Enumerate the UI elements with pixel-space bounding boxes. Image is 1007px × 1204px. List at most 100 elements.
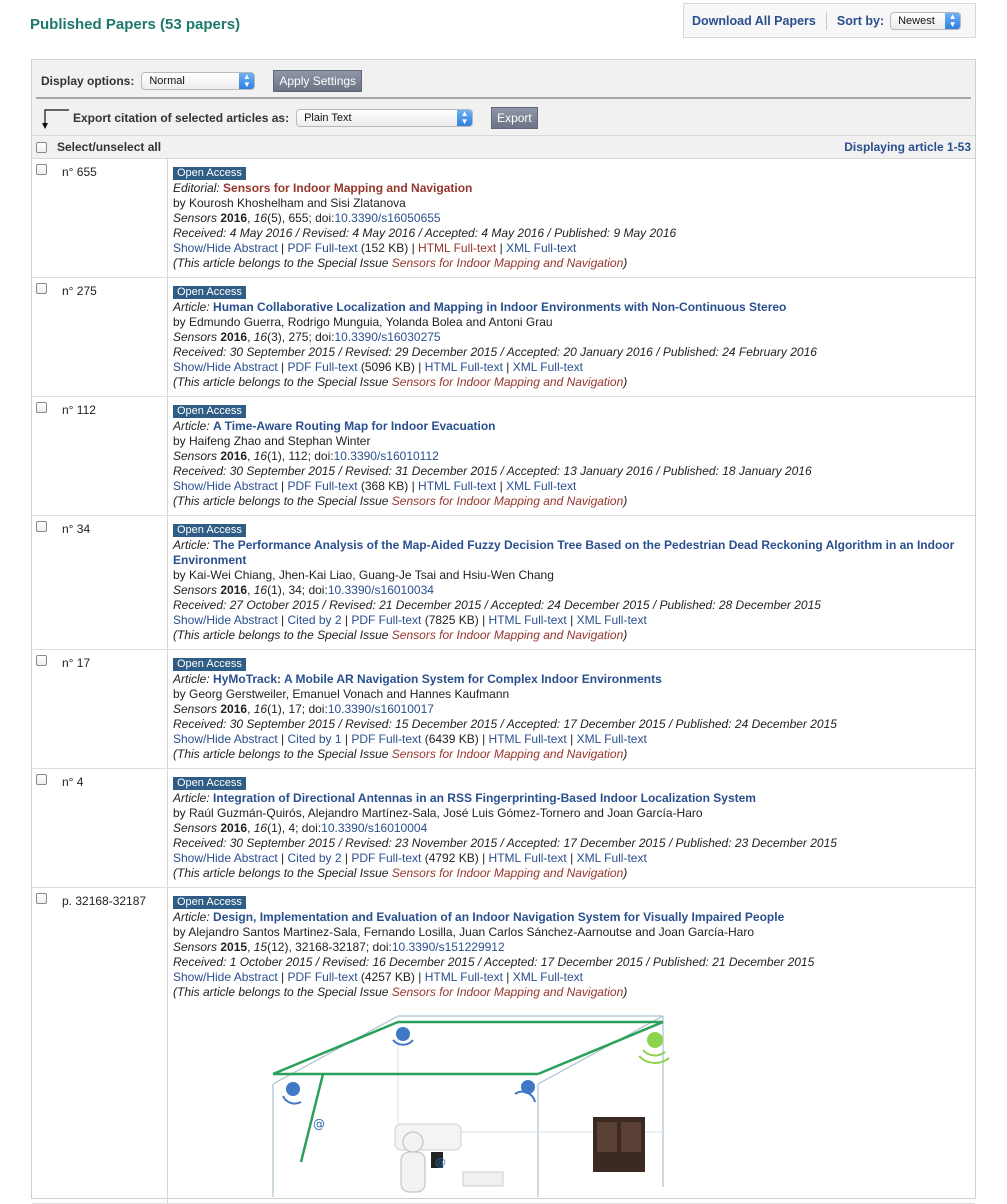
- html-fulltext-link[interactable]: HTML Full-text: [489, 851, 567, 865]
- download-all-link[interactable]: Download All Papers: [692, 14, 816, 28]
- special-issue-link[interactable]: Sensors for Indoor Mapping and Navigatio…: [392, 747, 623, 761]
- show-hide-abstract-link[interactable]: Show/Hide Abstract: [173, 241, 278, 255]
- doi-link[interactable]: 10.3390/s151229912: [392, 940, 505, 954]
- article-volume: 16: [253, 821, 268, 835]
- pdf-fulltext-link[interactable]: PDF Full-text: [288, 241, 358, 255]
- article-volume: 16: [253, 702, 268, 716]
- doi-link[interactable]: 10.3390/s16030275: [334, 330, 440, 344]
- article-checkbox[interactable]: [36, 402, 47, 413]
- show-hide-abstract-link[interactable]: Show/Hide Abstract: [173, 360, 278, 374]
- export-format-value: Plain Text: [304, 112, 352, 124]
- doi-link[interactable]: 10.3390/s16010034: [328, 583, 434, 597]
- xml-fulltext-link[interactable]: XML Full-text: [513, 360, 583, 374]
- article-citation: Sensors 2016, 16(1), 17; doi:10.3390/s16…: [173, 702, 434, 716]
- sort-label: Sort by:: [836, 13, 885, 28]
- article-title-link[interactable]: Human Collaborative Localization and Map…: [213, 300, 786, 314]
- article-title-link[interactable]: Design, Implementation and Evaluation of…: [213, 910, 784, 924]
- open-access-badge: Open Access: [173, 658, 246, 671]
- article-checkbox[interactable]: [36, 164, 47, 175]
- html-fulltext-link[interactable]: HTML Full-text: [418, 479, 496, 493]
- show-hide-abstract-link[interactable]: Show/Hide Abstract: [173, 970, 278, 984]
- cited-by-link[interactable]: Cited by 2: [288, 851, 342, 865]
- article-title-link[interactable]: A Time-Aware Routing Map for Indoor Evac…: [213, 419, 495, 433]
- article-number: n° 112: [62, 403, 96, 417]
- article-citation: Sensors 2016, 16(5), 655; doi:10.3390/s1…: [173, 211, 441, 225]
- xml-fulltext-link[interactable]: XML Full-text: [506, 241, 576, 255]
- pdf-size: (6439 KB): [424, 732, 479, 746]
- doi-link[interactable]: 10.3390/s16010017: [328, 702, 434, 716]
- special-issue-link[interactable]: Sensors for Indoor Mapping and Navigatio…: [392, 375, 623, 389]
- doi-link[interactable]: 10.3390/s16010004: [321, 821, 427, 835]
- cited-by-link[interactable]: Cited by 1: [288, 732, 342, 746]
- doi-link[interactable]: 10.3390/s16010112: [334, 449, 439, 463]
- journal-name: Sensors: [173, 940, 218, 954]
- html-fulltext-link[interactable]: HTML Full-text: [489, 732, 567, 746]
- special-issue-link[interactable]: Sensors for Indoor Mapping and Navigatio…: [392, 866, 623, 880]
- special-issue-line: (This article belongs to the Special Iss…: [173, 985, 965, 1000]
- html-fulltext-link[interactable]: HTML Full-text: [418, 241, 496, 255]
- pdf-fulltext-link[interactable]: PDF Full-text: [288, 970, 358, 984]
- display-options-row: Display options: Normal ▲ ▼ Apply Setting…: [41, 70, 363, 92]
- special-issue-prefix: (This article belongs to the Special Iss…: [173, 866, 389, 880]
- special-issue-link[interactable]: Sensors for Indoor Mapping and Navigatio…: [392, 256, 623, 270]
- article-checkbox[interactable]: [36, 893, 47, 904]
- html-fulltext-link[interactable]: HTML Full-text: [489, 613, 567, 627]
- html-fulltext-link[interactable]: HTML Full-text: [425, 970, 503, 984]
- article-row: n° 17 Open Access Article: HyMoTrack: A …: [32, 650, 975, 769]
- article-checkbox[interactable]: [36, 283, 47, 294]
- xml-fulltext-link[interactable]: XML Full-text: [506, 479, 576, 493]
- xml-fulltext-link[interactable]: XML Full-text: [577, 613, 647, 627]
- article-dates: Received: 1 October 2015 / Revised: 16 D…: [173, 955, 815, 969]
- export-format-select[interactable]: Plain Text ▲ ▼: [296, 109, 474, 127]
- active-beacon: [647, 1032, 663, 1048]
- show-hide-abstract-link[interactable]: Show/Hide Abstract: [173, 613, 278, 627]
- pdf-fulltext-link[interactable]: PDF Full-text: [351, 732, 421, 746]
- article-title-link[interactable]: The Performance Analysis of the Map-Aide…: [173, 538, 954, 567]
- xml-fulltext-link[interactable]: XML Full-text: [513, 970, 583, 984]
- select-all-label: Select/unselect all: [57, 140, 162, 154]
- show-hide-abstract-link[interactable]: Show/Hide Abstract: [173, 732, 278, 746]
- doi-link[interactable]: 10.3390/s16050655: [334, 211, 440, 225]
- article-checkbox[interactable]: [36, 655, 47, 666]
- html-fulltext-link[interactable]: HTML Full-text: [425, 360, 503, 374]
- article-authors: by Kai-Wei Chiang, Jhen-Kai Liao, Guang-…: [173, 568, 554, 582]
- article-checkbox[interactable]: [36, 521, 47, 532]
- pdf-fulltext-link[interactable]: PDF Full-text: [288, 479, 358, 493]
- article-volume: 16: [253, 583, 268, 597]
- special-issue-link[interactable]: Sensors for Indoor Mapping and Navigatio…: [392, 628, 623, 642]
- export-row: Export citation of selected articles as:…: [41, 107, 538, 129]
- article-title-link[interactable]: Sensors for Indoor Mapping and Navigatio…: [223, 181, 472, 195]
- xml-fulltext-link[interactable]: XML Full-text: [577, 732, 647, 746]
- special-issue-suffix: ): [623, 747, 628, 761]
- pdf-fulltext-link[interactable]: PDF Full-text: [288, 360, 358, 374]
- person-head: [402, 1131, 424, 1153]
- open-access-badge: Open Access: [173, 777, 246, 790]
- select-all-checkbox[interactable]: [36, 141, 47, 153]
- display-options-select[interactable]: Normal ▲ ▼: [141, 72, 256, 90]
- xml-fulltext-link[interactable]: XML Full-text: [577, 851, 647, 865]
- special-issue-link[interactable]: Sensors for Indoor Mapping and Navigatio…: [392, 494, 623, 508]
- article-title-line: Article: Integration of Directional Ante…: [173, 791, 965, 806]
- pdf-fulltext-link[interactable]: PDF Full-text: [351, 613, 421, 627]
- article-authors: by Alejandro Santos Martinez-Sala, Ferna…: [173, 925, 754, 939]
- article-title-link[interactable]: Integration of Directional Antennas in a…: [213, 791, 756, 805]
- pdf-fulltext-link[interactable]: PDF Full-text: [351, 851, 421, 865]
- sort-select[interactable]: Newest ▲ ▼: [890, 11, 962, 30]
- displaying-count: Displaying article 1-53: [844, 140, 971, 154]
- article-title-link[interactable]: HyMoTrack: A Mobile AR Navigation System…: [213, 672, 662, 686]
- article-checkbox[interactable]: [36, 774, 47, 785]
- article-list: n° 655 Open Access Editorial: Sensors fo…: [32, 159, 975, 1204]
- cited-by-link[interactable]: Cited by 2: [288, 613, 342, 627]
- show-hide-abstract-link[interactable]: Show/Hide Abstract: [173, 479, 278, 493]
- pdf-size: (4257 KB): [360, 970, 415, 984]
- article-title-line: Article: The Performance Analysis of the…: [173, 538, 965, 568]
- article-volume: 15: [253, 940, 268, 954]
- article-dates: Received: 4 May 2016 / Revised: 4 May 20…: [173, 226, 677, 240]
- special-issue-link[interactable]: Sensors for Indoor Mapping and Navigatio…: [392, 985, 623, 999]
- article-dates: Received: 30 September 2015 / Revised: 2…: [173, 345, 817, 359]
- show-hide-abstract-link[interactable]: Show/Hide Abstract: [173, 851, 278, 865]
- article-row: n° 4 Open Access Article: Integration of…: [32, 769, 975, 888]
- apply-settings-button[interactable]: Apply Settings: [273, 70, 363, 92]
- article-issue-pages: (3), 275; doi:: [267, 330, 335, 344]
- export-button[interactable]: Export: [491, 107, 538, 129]
